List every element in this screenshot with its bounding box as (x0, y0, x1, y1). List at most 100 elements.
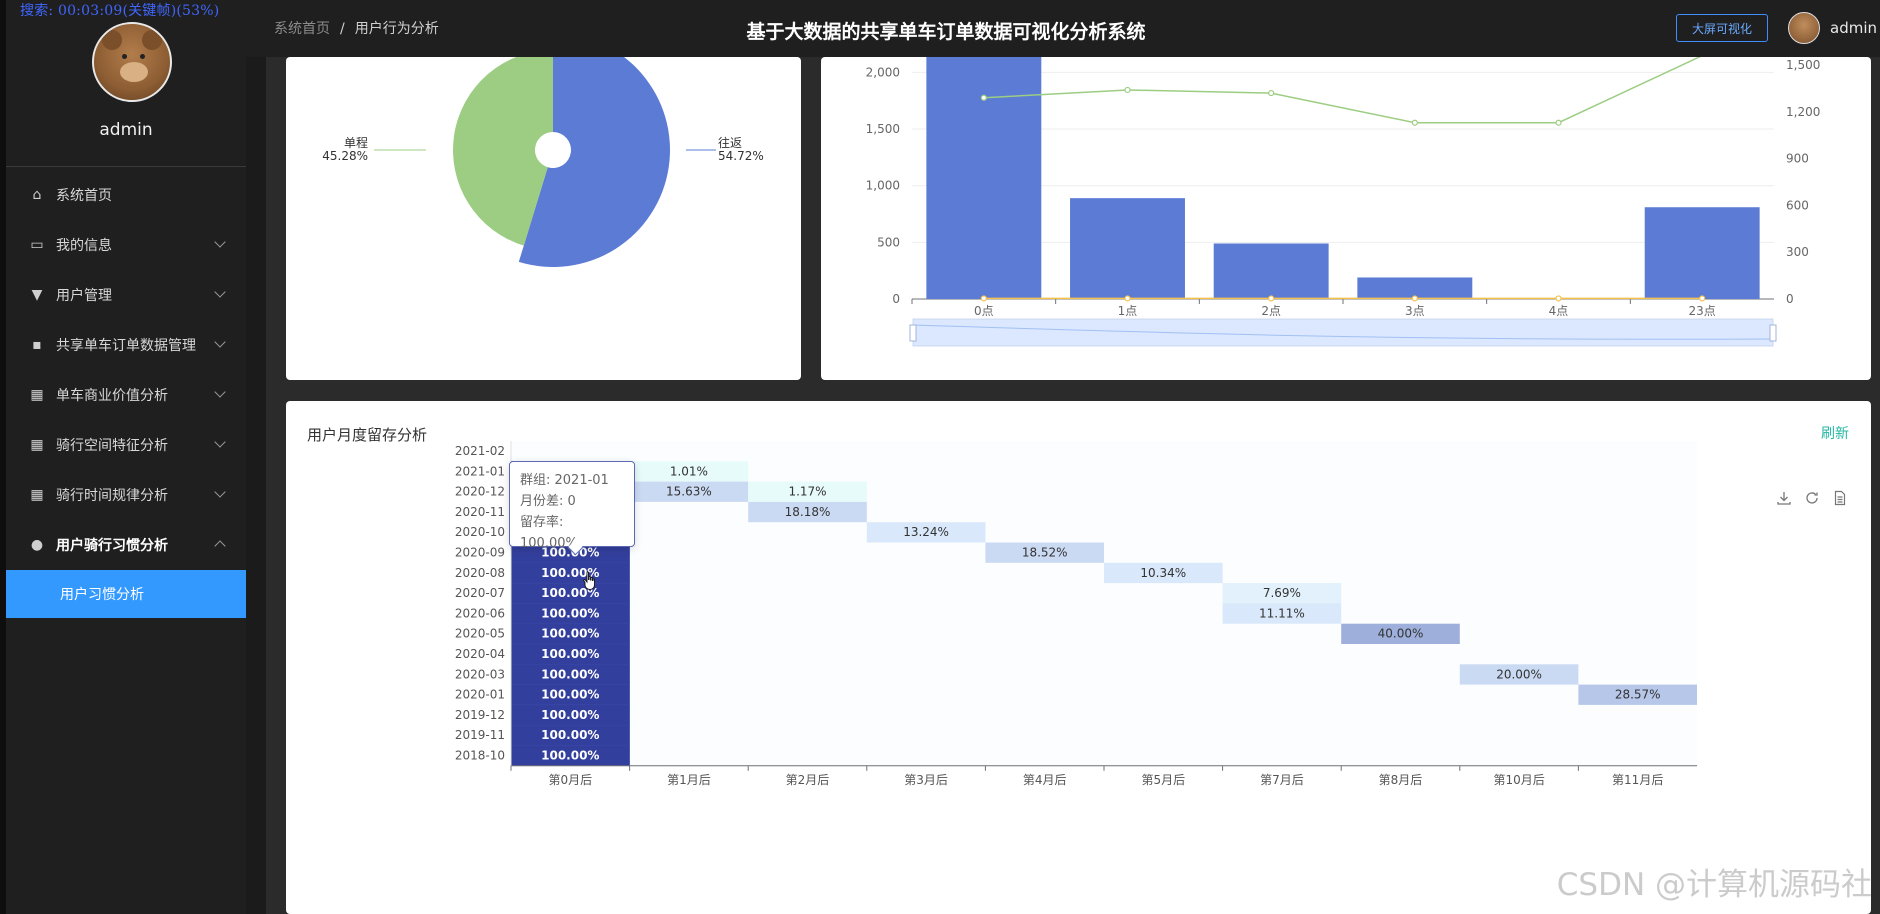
sidebar-subitem[interactable]: 用户习惯分析 (6, 570, 246, 618)
heat-bg-cell (1222, 684, 1342, 705)
heat-bg-cell (985, 501, 1104, 523)
pie-label-value: 54.72% (718, 149, 764, 163)
heat-bg-cell (1578, 644, 1697, 665)
heat-bg-cell (1104, 542, 1223, 563)
y-tick-label: 2020-06 (455, 606, 505, 620)
big-screen-button[interactable]: 大屏可视化 (1676, 14, 1768, 42)
avatar[interactable] (92, 22, 172, 102)
line-point (1124, 295, 1131, 302)
breadcrumb-current: 用户行为分析 (354, 21, 439, 37)
y-tick-label: 2020-10 (455, 525, 505, 539)
header-username[interactable]: admin (1830, 19, 1877, 37)
heat-bg-cell (748, 704, 867, 726)
heat-bg-cell (866, 583, 986, 604)
heat-cell-label: 1.01% (670, 464, 708, 478)
heat-bg-cell (985, 725, 1104, 746)
x-tick-label: 第8月后 (1379, 773, 1423, 787)
heat-bg-cell (1459, 481, 1579, 502)
heat-bg-cell (985, 603, 1104, 624)
heat-bg-cell (1104, 664, 1223, 685)
line-point (1699, 295, 1706, 302)
heat-bg-cell (1341, 725, 1460, 746)
heat-bg-cell (985, 583, 1104, 604)
heat-bg-cell (1222, 522, 1342, 543)
heat-bg-cell (1341, 501, 1460, 523)
y-tick-label: 2020-01 (455, 688, 505, 702)
heat-bg-cell (1222, 441, 1342, 462)
line-point (1268, 295, 1275, 302)
sidebar-item[interactable]: ● 用户骑行习惯分析 (6, 520, 246, 570)
x-tick-label: 第0月后 (548, 773, 592, 787)
heat-bg-cell (985, 644, 1104, 665)
heat-cell-label: 100.00% (541, 728, 599, 742)
heat-bg-cell (985, 461, 1104, 482)
y-tick-label: 1,000 (866, 179, 900, 193)
sidebar-item[interactable]: ▪ 共享单车订单数据管理 (6, 320, 246, 370)
y-tick-label: 2020-03 (455, 667, 505, 681)
page-title: 基于大数据的共享单车订单数据可视化分析系统 (746, 21, 1146, 43)
heat-bg-cell (748, 623, 867, 644)
heat-bg-cell (1578, 461, 1697, 482)
sidebar-username: admin (99, 120, 153, 140)
y-tick-label: 2020-08 (455, 566, 505, 580)
x-tick-label: 第11月后 (1612, 773, 1663, 787)
heat-bg-cell (629, 603, 749, 624)
chevron-down-icon (214, 336, 226, 348)
heat-bg-cell (1341, 542, 1460, 563)
heat-bg-cell (985, 623, 1104, 644)
heat-bg-cell (866, 664, 986, 685)
heat-bg-cell (1578, 522, 1697, 543)
heat-bg-cell (1578, 441, 1697, 462)
heat-bg-cell (1341, 562, 1460, 584)
heat-cell-label: 40.00% (1378, 627, 1424, 641)
header-avatar[interactable] (1788, 12, 1820, 44)
hourly-bar-line-chart: 0 500 1,000 1,500 2,000 0 300 600 900 1,200 1,500 0… (866, 54, 1820, 347)
x-tick-label: 第10月后 (1493, 773, 1544, 787)
heat-bg-cell (1222, 501, 1342, 523)
heatmap-tooltip: 群组: 2021-01 月份差: 0 留存率: 100.00% (509, 461, 635, 551)
y2-tick-label: 600 (1786, 198, 1809, 212)
heat-cell-label: 13.24% (903, 525, 949, 539)
person-icon: ● (30, 537, 44, 553)
chevron-down-icon (214, 236, 226, 248)
tooltip-line: 群组: 2021-01 (520, 473, 609, 488)
sidebar-item[interactable]: ▭ 我的信息 (6, 220, 246, 270)
sidebar-item[interactable]: ▦ 骑行空间特征分析 (6, 420, 246, 470)
tooltip-line: 留存率: 100.00% (520, 515, 578, 551)
heat-bg-cell (1341, 664, 1460, 685)
sidebar-item[interactable]: ▦ 骑行时间规律分析 (6, 470, 246, 520)
y-tick-label: 2018-10 (455, 749, 505, 763)
heat-bg-cell (1104, 461, 1223, 482)
line-point (980, 295, 987, 302)
y2-tick-label: 300 (1786, 245, 1809, 259)
pie-chart: 往返54.72% 单程45.28% (322, 33, 764, 267)
heat-bg-cell (748, 522, 867, 543)
chat-icon: ▪ (32, 337, 42, 353)
y2-tick-label: 1,200 (1786, 105, 1820, 119)
hourly-chart-card: 0 500 1,000 1,500 2,000 0 300 600 900 1,200 1,500 0… (821, 54, 1871, 380)
heat-bg-cell (629, 684, 749, 705)
sidebar-item[interactable]: ▦ 单车商业价值分析 (6, 370, 246, 420)
heat-bg-cell (1222, 664, 1342, 685)
gutter (246, 0, 266, 914)
sidebar-item-label: 我的信息 (56, 238, 112, 254)
heat-bg-cell (629, 562, 749, 584)
sidebar-item[interactable]: ⌂ 系统首页 (6, 170, 246, 220)
heat-cell-label: 1.17% (788, 485, 826, 499)
heat-bg-cell (1341, 522, 1460, 543)
sidebar-item[interactable]: ▼ 用户管理 (6, 270, 246, 320)
y-tick-label: 2021-02 (455, 444, 505, 458)
heat-bg-cell (1578, 623, 1697, 644)
heat-bg-cell (748, 583, 867, 604)
x-tick-label: 第4月后 (1023, 773, 1067, 787)
chevron-up-icon (214, 540, 226, 552)
heat-bg-cell (1222, 725, 1342, 746)
heat-bg-cell (1104, 501, 1223, 523)
y-tick-label: 2019-11 (455, 728, 505, 742)
heat-bg-cell (1341, 704, 1460, 726)
heat-cell-label: 28.57% (1615, 688, 1661, 702)
heat-bg-cell (1578, 603, 1697, 624)
heat-bg-cell (866, 542, 986, 563)
pie-label-name: 往返 (718, 135, 742, 150)
breadcrumb-home[interactable]: 系统首页 (274, 21, 330, 37)
